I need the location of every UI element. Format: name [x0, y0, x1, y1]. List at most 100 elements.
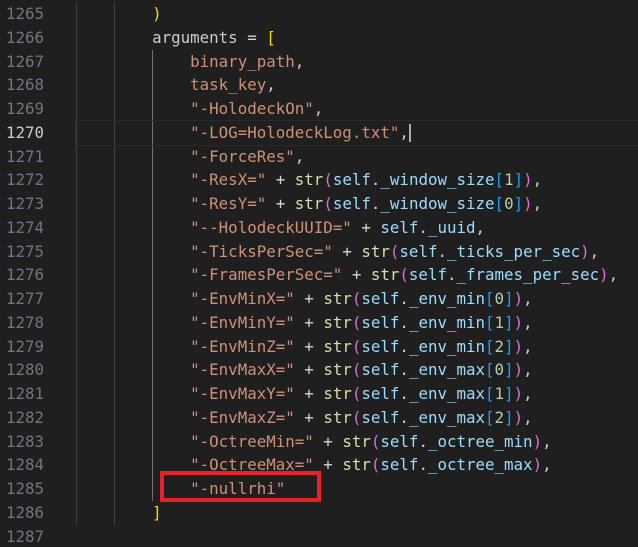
code-token: ) [513, 384, 524, 403]
code-token: ) [152, 4, 162, 23]
code-token: "-TicksPerSec=" [190, 241, 333, 261]
code-text[interactable]: "-HolodeckOn", [76, 97, 638, 121]
code-text[interactable]: "-OctreeMin=" + str(self._octree_min), [76, 430, 638, 454]
code-token: ] [152, 502, 162, 522]
code-token: ( [351, 407, 362, 427]
code-line[interactable]: 1273 "-ResY=" + str(self._window_size[0]… [0, 192, 638, 216]
code-token: + [266, 170, 295, 190]
code-line[interactable]: 1277 "-EnvMinX=" + str(self._env_min[0])… [0, 287, 638, 311]
code-token: + [294, 384, 324, 403]
code-line[interactable]: 1275 "-TicksPerSec=" + str(self._ticks_p… [0, 240, 638, 264]
line-number: 1278 [5, 312, 44, 332]
code-text[interactable]: binary_path, [76, 50, 638, 74]
code-line[interactable]: 1267 binary_path, [0, 50, 638, 74]
code-line[interactable]: 1274 "--HolodeckUUID=" + self._uuid, [0, 216, 638, 240]
code-line[interactable]: 1280 "-EnvMaxX=" + str(self._env_max[0])… [0, 358, 638, 382]
code-line[interactable]: 1265 ) [0, 2, 638, 26]
code-text[interactable]: arguments = [ [76, 26, 638, 50]
code-text[interactable]: "-EnvMinX=" + str(self._env_min[0]), [76, 287, 638, 311]
code-token: + [294, 360, 324, 380]
code-token: ( [351, 289, 362, 308]
code-text[interactable]: "-ForceRes", [76, 145, 638, 169]
code-text[interactable]: "-EnvMaxZ=" + str(self._env_max[2]), [76, 406, 638, 430]
line-number: 1286 [5, 502, 44, 522]
code-token: str [323, 407, 352, 427]
line-number: 1270 [5, 122, 44, 142]
code-token: "-ResY=" [190, 194, 267, 213]
code-token: "-ResX=" [190, 170, 267, 190]
code-line[interactable]: 1279 "-EnvMinZ=" + str(self._env_min[2])… [0, 335, 638, 359]
code-token: str [294, 194, 324, 213]
code-text[interactable]: ) [76, 2, 638, 26]
code-token: str [323, 384, 352, 403]
code-token: self [361, 360, 400, 380]
code-token: ] [504, 336, 514, 356]
code-token: + [351, 217, 381, 237]
code-token: self [361, 384, 400, 403]
code-token: ] [504, 384, 514, 403]
code-line[interactable]: 1278 "-EnvMinY=" + str(self._env_min[1])… [0, 311, 638, 335]
code-text[interactable]: "-EnvMaxX=" + str(self._env_max[0]), [76, 358, 638, 382]
code-token: str [294, 170, 324, 190]
code-token: ) [532, 455, 543, 475]
code-token: , [523, 289, 533, 308]
code-text[interactable]: ] [76, 501, 638, 525]
code-token: ( [351, 312, 362, 332]
code-token: "-EnvMaxZ=" [190, 407, 295, 427]
code-line[interactable]: 1281 "-EnvMaxY=" + str(self._env_max[1])… [0, 382, 638, 406]
code-token: . [399, 407, 409, 427]
code-line[interactable]: 1286 ] [0, 501, 638, 525]
line-number: 1269 [5, 99, 44, 118]
code-line[interactable]: 1276 "-FramesPerSec=" + str(self._frames… [0, 263, 638, 287]
code-token: binary_path [190, 51, 295, 71]
code-token: + [294, 289, 324, 308]
code-token: ( [370, 431, 381, 451]
code-line[interactable]: 1271 "-ForceRes", [0, 145, 638, 169]
code-token: _octree_min [427, 431, 533, 451]
code-line[interactable]: 1283 "-OctreeMin=" + str(self._octree_mi… [0, 430, 638, 454]
line-number: 1272 [5, 170, 44, 190]
code-line[interactable]: 1287 [0, 525, 638, 547]
code-token: ] [504, 360, 514, 380]
code-token: [ [485, 289, 495, 308]
code-token: task_key [190, 75, 267, 95]
code-text[interactable]: task_key, [76, 73, 638, 97]
code-text[interactable]: "-FramesPerSec=" + str(self._frames_per_… [76, 263, 638, 287]
code-line[interactable]: 1270 "-LOG=HolodeckLog.txt", [0, 119, 638, 146]
code-token: 2 [494, 336, 505, 356]
code-token: _env_min [408, 336, 486, 356]
code-token: _uuid [427, 217, 476, 237]
code-line[interactable]: 1272 "-ResX=" + str(self._window_size[1]… [0, 168, 638, 192]
code-token: str [370, 265, 400, 285]
code-text[interactable]: "-LOG=HolodeckLog.txt", [75, 119, 638, 146]
code-token: . [418, 217, 428, 237]
code-token: + [294, 407, 324, 427]
code-token: , [542, 431, 552, 451]
line-number: 1268 [5, 75, 44, 95]
code-token: , [294, 51, 305, 71]
code-token: ) [513, 407, 524, 427]
code-token: ) [532, 431, 543, 451]
code-token: , [523, 360, 533, 380]
code-token: , [532, 170, 543, 190]
code-token: [ [485, 360, 495, 380]
code-text[interactable]: "-EnvMinZ=" + str(self._env_min[2]), [76, 335, 638, 359]
code-editor[interactable]: 1265 ) 1266 arguments = [1267 binary_path… [0, 0, 638, 547]
code-line[interactable]: 1268 task_key, [0, 73, 638, 97]
code-line[interactable]: 1266 arguments = [ [0, 26, 638, 50]
code-text[interactable]: "-ResX=" + str(self._window_size[1]), [76, 168, 638, 192]
code-line[interactable]: 1282 "-EnvMaxZ=" + str(self._env_max[2])… [0, 406, 638, 430]
code-text[interactable]: "-ResY=" + str(self._window_size[0]), [76, 192, 638, 216]
line-number: 1281 [5, 384, 44, 403]
code-line[interactable]: 1269 "-HolodeckOn", [0, 97, 638, 121]
code-token: _window_size [380, 170, 495, 190]
code-token: self [408, 265, 447, 285]
code-token: ] [504, 407, 514, 427]
code-text[interactable]: "-EnvMaxY=" + str(self._env_max[1]), [76, 382, 638, 406]
code-text[interactable]: "-TicksPerSec=" + str(self._ticks_per_se… [76, 240, 638, 264]
code-text[interactable]: "--HolodeckUUID=" + self._uuid, [76, 216, 638, 240]
code-token: self [361, 312, 400, 332]
code-token: self [361, 289, 400, 308]
code-token: , [399, 122, 409, 142]
code-text[interactable]: "-EnvMinY=" + str(self._env_min[1]), [76, 311, 638, 335]
